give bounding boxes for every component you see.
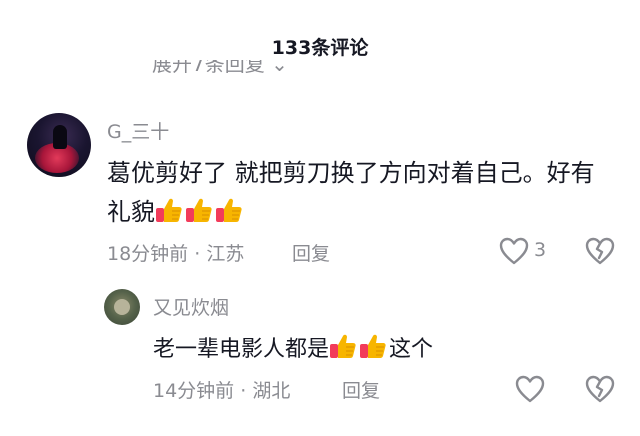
comment-text: 葛优剪好了 就把剪刀换了方向对着自己。好有礼貌 <box>107 154 617 232</box>
thumbs-up-icon <box>216 198 242 222</box>
thumbs-up-icon <box>330 334 356 358</box>
reply-meta: 14分钟前 · 湖北 <box>153 376 290 403</box>
comment-location: 江苏 <box>206 243 245 265</box>
thumbs-up-icon-group <box>155 198 245 226</box>
comment-meta: 18分钟前 · 江苏 <box>107 239 244 266</box>
reply-button[interactable]: 回复 <box>342 376 380 403</box>
thumbs-up-icon <box>186 198 212 222</box>
chevron-down-icon: ⌄ <box>271 60 288 76</box>
thumbs-up-icon-group <box>329 334 389 362</box>
heart-icon[interactable] <box>498 236 530 266</box>
broken-heart-icon[interactable] <box>584 236 616 266</box>
reply-text-tail: 这个 <box>389 337 434 362</box>
reply-location: 湖北 <box>252 380 291 402</box>
reply-text-body: 老一辈电影人都是 <box>153 337 330 362</box>
comment-username[interactable]: G_三十 <box>107 117 169 144</box>
reply-text: 老一辈电影人都是 这个 <box>153 331 433 363</box>
reply-button[interactable]: 回复 <box>292 239 330 266</box>
meta-separator: · <box>240 380 253 402</box>
avatar-detail <box>114 299 130 315</box>
comment-time: 18分钟前 <box>107 243 189 265</box>
page-title: 133条评论 <box>271 37 369 59</box>
thumbs-up-icon <box>360 334 386 358</box>
thumbs-up-icon <box>156 198 182 222</box>
avatar[interactable] <box>104 289 140 325</box>
meta-separator: · <box>194 243 207 265</box>
broken-heart-icon[interactable] <box>584 374 616 404</box>
heart-icon[interactable] <box>514 374 546 404</box>
avatar[interactable] <box>27 113 91 177</box>
expand-replies-link[interactable]: 展开7条回复 ⌄ <box>152 60 312 84</box>
avatar-figure <box>53 125 67 149</box>
like-count: 3 <box>534 239 547 261</box>
expand-replies-label: 展开7条回复 <box>152 60 265 76</box>
reply-time: 14分钟前 <box>153 380 235 402</box>
reply-username[interactable]: 又见炊烟 <box>153 293 229 320</box>
